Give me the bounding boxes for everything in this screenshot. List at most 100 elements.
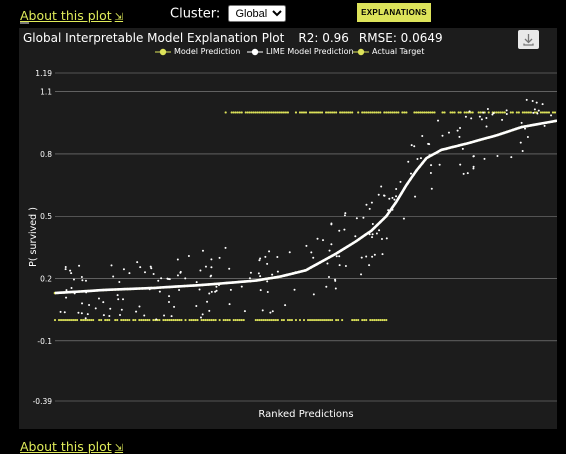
actual-target-point xyxy=(122,318,125,322)
actual-target-point xyxy=(168,318,171,322)
chart-legend: Model Prediction LIME Model Prediction A… xyxy=(19,46,557,58)
actual-target-point xyxy=(326,318,330,322)
prediction-point xyxy=(269,311,272,314)
actual-target-point xyxy=(108,318,111,322)
prediction-point xyxy=(486,107,489,110)
prediction-point xyxy=(136,261,139,264)
about-plot-link-label: About this plot xyxy=(20,439,112,454)
prediction-point xyxy=(176,258,179,261)
prediction-point xyxy=(335,255,338,258)
prediction-point xyxy=(259,257,262,260)
prediction-point xyxy=(208,292,211,295)
prediction-point xyxy=(330,243,333,246)
prediction-point xyxy=(70,286,73,289)
prediction-point xyxy=(535,101,538,104)
actual-target-point xyxy=(429,111,432,114)
prediction-point xyxy=(382,194,385,197)
prediction-point xyxy=(368,207,371,210)
about-plot-link[interactable]: About this plot ⇲ xyxy=(20,8,123,23)
actual-target-point xyxy=(316,111,320,114)
prediction-point xyxy=(343,214,346,217)
prediction-point xyxy=(201,313,204,316)
actual-target-point xyxy=(495,111,498,114)
prediction-point xyxy=(128,272,131,275)
prediction-point xyxy=(377,193,380,196)
prediction-point xyxy=(325,285,328,288)
actual-target-point xyxy=(335,318,338,322)
y-tick-label: 0.2 xyxy=(40,275,52,284)
actual-target-point xyxy=(463,111,466,114)
actual-target-point xyxy=(433,111,436,114)
actual-target-point xyxy=(541,111,545,114)
prediction-point xyxy=(362,216,365,219)
actual-target-point xyxy=(238,111,241,114)
legend-model-prediction[interactable]: Model Prediction xyxy=(155,46,240,57)
actual-target-point xyxy=(104,318,107,322)
lime-prediction-line xyxy=(54,119,557,295)
prediction-point xyxy=(430,187,433,190)
prediction-point xyxy=(198,288,201,291)
actual-target-point xyxy=(206,318,209,322)
actual-target-point xyxy=(314,111,318,114)
actual-target-point xyxy=(357,318,360,322)
prediction-point xyxy=(524,127,527,130)
actual-target-point xyxy=(479,111,482,114)
legend-actual-target[interactable]: Actual Target xyxy=(353,46,424,57)
prediction-point xyxy=(393,198,396,201)
actual-target-point xyxy=(487,111,490,114)
actual-target-point xyxy=(276,318,279,322)
prediction-point xyxy=(210,290,213,293)
prediction-point xyxy=(201,249,204,252)
actual-target-point xyxy=(371,318,374,322)
actual-target-point xyxy=(304,111,308,114)
actual-target-point xyxy=(126,318,129,322)
actual-target-point xyxy=(459,111,462,114)
actual-target-point xyxy=(379,111,382,114)
actual-target-point xyxy=(310,111,314,114)
actual-target-point xyxy=(318,318,322,322)
legend-lime-prediction[interactable]: LIME Model Prediction xyxy=(247,46,354,57)
prediction-point xyxy=(459,126,462,129)
prediction-point xyxy=(208,309,211,312)
prediction-point xyxy=(526,136,529,139)
actual-target-point xyxy=(375,111,378,114)
actual-target-point xyxy=(120,318,123,322)
y-tick-label: 1.19 xyxy=(35,69,52,78)
prediction-point xyxy=(470,117,473,120)
prediction-point xyxy=(531,99,534,102)
prediction-point xyxy=(259,289,262,292)
chart-canvas: 1.19 1.1 0.8 0.5 0.2 -0.1 -0.39 P( survived ) Ra… xyxy=(28,69,557,420)
prediction-point xyxy=(472,165,475,168)
prediction-point xyxy=(248,277,251,280)
prediction-point xyxy=(276,256,279,259)
r2-metric: R2: 0.96 xyxy=(298,31,349,45)
prediction-point xyxy=(334,287,337,290)
actual-target-point xyxy=(387,111,390,114)
explanations-button[interactable]: EXPLANATIONS xyxy=(357,3,431,22)
actual-target-point xyxy=(84,318,87,322)
actual-target-point xyxy=(162,318,165,322)
cluster-dropdown[interactable]: Global xyxy=(228,5,287,22)
actual-target-point xyxy=(69,318,73,322)
actual-target-point xyxy=(246,111,249,114)
actual-target-point xyxy=(178,318,181,322)
prediction-point xyxy=(360,256,363,259)
prediction-point xyxy=(110,264,113,267)
actual-target-point xyxy=(256,318,259,322)
actual-target-point xyxy=(262,318,265,322)
prediction-point xyxy=(204,265,207,268)
prediction-point xyxy=(505,109,508,112)
about-plot-link-bottom[interactable]: About this plot ⇲ xyxy=(20,439,123,454)
prediction-point xyxy=(430,164,433,167)
actual-target-point xyxy=(210,318,213,322)
prediction-point xyxy=(199,316,202,319)
actual-target-point xyxy=(244,111,247,114)
prediction-point xyxy=(485,116,488,119)
actual-target-point xyxy=(397,111,400,114)
prediction-point xyxy=(441,134,444,137)
prediction-point xyxy=(266,280,269,283)
prediction-point xyxy=(266,291,269,294)
actual-target-point xyxy=(312,318,316,322)
prediction-point xyxy=(373,253,376,256)
actual-target-point xyxy=(318,111,322,114)
